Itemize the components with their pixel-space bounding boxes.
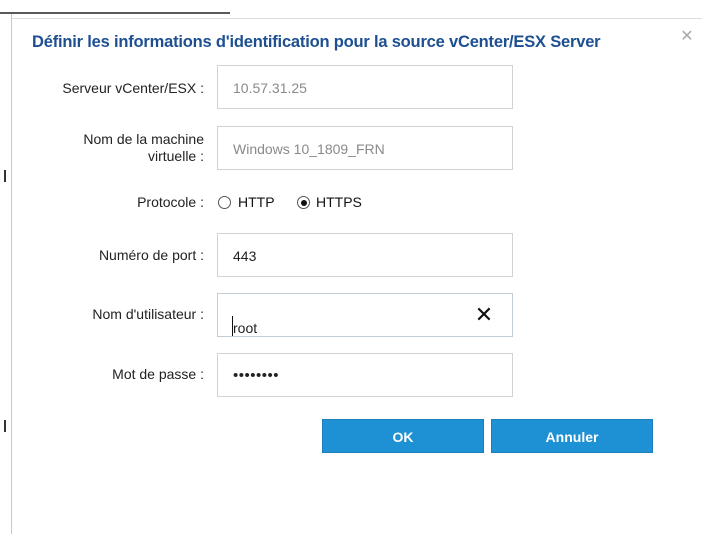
clear-icon[interactable]: ✕ (473, 304, 495, 326)
ok-button[interactable]: OK (322, 419, 484, 453)
username-input[interactable]: root (217, 293, 513, 337)
protocol-label: Protocole : (137, 194, 204, 210)
user-label: Nom d'utilisateur : (92, 306, 204, 322)
server-label: Serveur vCenter/ESX : (62, 80, 204, 96)
http-radio-label[interactable]: HTTP (238, 194, 275, 211)
dialog-title: Définir les informations d'identificatio… (32, 33, 601, 51)
server-field: 10.57.31.25 (217, 65, 513, 109)
vm-label-line1: Nom de la machine (83, 131, 204, 147)
edge-tick (4, 420, 6, 432)
cancel-button[interactable]: Annuler (491, 419, 653, 453)
https-radio-label[interactable]: HTTPS (316, 194, 362, 211)
vm-label-line2: virtuelle : (147, 148, 204, 164)
password-input[interactable]: •••••••• (217, 353, 513, 397)
credentials-dialog: Définir les informations d'identificatio… (12, 18, 702, 535)
text-caret (232, 316, 233, 336)
http-radio[interactable] (218, 196, 231, 209)
password-label: Mot de passe : (112, 366, 204, 382)
background-divider (0, 12, 230, 14)
edge-tick (4, 170, 6, 182)
close-icon[interactable]: ✕ (678, 28, 696, 46)
port-input[interactable]: 443 (217, 233, 513, 277)
port-label: Numéro de port : (98, 247, 204, 263)
vm-name-field: Windows 10_1809_FRN (217, 126, 513, 170)
background-left-edge (0, 14, 12, 534)
https-radio[interactable] (297, 196, 310, 209)
